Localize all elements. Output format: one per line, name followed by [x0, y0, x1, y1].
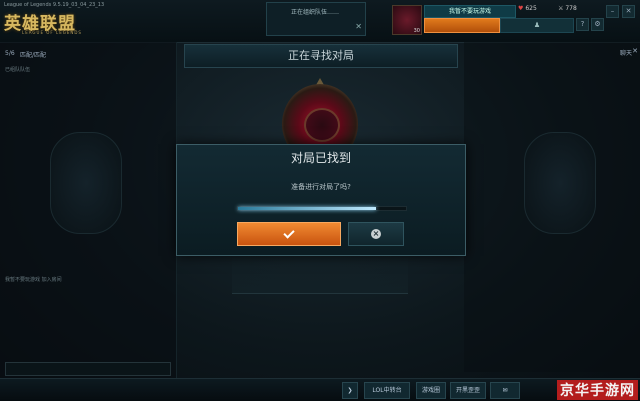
accept-timer-bar	[237, 206, 407, 211]
ip-value: 778	[565, 5, 577, 12]
minimize-button[interactable]: –	[606, 5, 619, 18]
expand-arrow-button[interactable]: ❯	[342, 382, 358, 399]
lobby-mode: 匹配/匹配	[20, 52, 47, 59]
bottom-bar: ❯ LOL中转台 游戏圈 开黑歪歪 ✉ 京华手游网	[0, 378, 640, 401]
profile-button[interactable]: ♟	[500, 18, 574, 33]
voice-chat-button[interactable]: 开黑歪歪	[450, 382, 486, 399]
rp-icon: ♥	[518, 5, 524, 12]
chat-input[interactable]	[5, 362, 171, 376]
accept-button[interactable]	[237, 222, 341, 246]
dialog-message: 准备进行对局了吗?	[291, 183, 351, 191]
game-logo-subtitle: LEAGUE OF LEGENDS	[22, 30, 82, 35]
ally-portrait-frame	[50, 132, 122, 234]
summoner-level: 30	[413, 28, 420, 34]
emblem-icon	[304, 108, 340, 142]
mail-icon[interactable]: ✉	[490, 382, 520, 399]
left-panel: 5/6 匹配/匹配 已组队队伍 我暂不要玩游戏 加入房间	[0, 42, 177, 400]
chat-label: 聊天	[619, 50, 632, 57]
lol-hub-button[interactable]: LOL中转台	[364, 382, 410, 399]
lobby-count: 5/6	[5, 50, 15, 57]
dialog-title: 对局已找到	[290, 151, 351, 165]
close-button[interactable]: ✕	[622, 5, 635, 18]
queue-status-box: 正在组织队伍…… ✕	[266, 2, 366, 36]
match-found-dialog: 对局已找到 准备进行对局了吗? ×	[176, 144, 466, 256]
version-label: League of Legends 9.5.19_03_04_23_13	[4, 2, 105, 8]
ip-balance: ⚔ 778	[558, 5, 577, 12]
rp-balance: ♥ 625	[518, 5, 537, 12]
ip-icon: ⚔	[558, 5, 564, 12]
check-icon	[283, 226, 295, 239]
decline-button[interactable]: ×	[348, 222, 404, 246]
chat-message: 我暂不要玩游戏 加入房间	[5, 277, 62, 283]
enemy-portrait-frame	[524, 132, 596, 234]
gear-icon[interactable]: ⚙	[591, 18, 604, 31]
lobby-subtitle: 已组队队伍	[5, 67, 31, 73]
rp-value: 625	[525, 5, 537, 12]
watermark: 京华手游网	[557, 380, 638, 400]
play-button[interactable]	[424, 18, 500, 33]
queue-status-text: 正在组织队伍……	[291, 9, 340, 16]
queue-close-icon[interactable]: ✕	[355, 22, 362, 31]
close-icon[interactable]: ✕	[632, 47, 638, 55]
summoner-avatar[interactable]: 30	[392, 5, 422, 35]
summoner-name[interactable]: 我暂不要玩游戏	[424, 5, 516, 18]
right-panel: 聊天 ✕	[464, 42, 640, 372]
accept-timer-fill	[238, 207, 376, 210]
top-bar: League of Legends 9.5.19_03_04_23_13 英雄联…	[0, 0, 640, 43]
searching-title: 正在寻找对局	[184, 44, 458, 68]
profile-icon: ♟	[533, 21, 541, 29]
games-circle-button[interactable]: 游戏圈	[416, 382, 446, 399]
help-button[interactable]: ?	[576, 18, 589, 31]
close-circle-icon: ×	[371, 229, 381, 239]
